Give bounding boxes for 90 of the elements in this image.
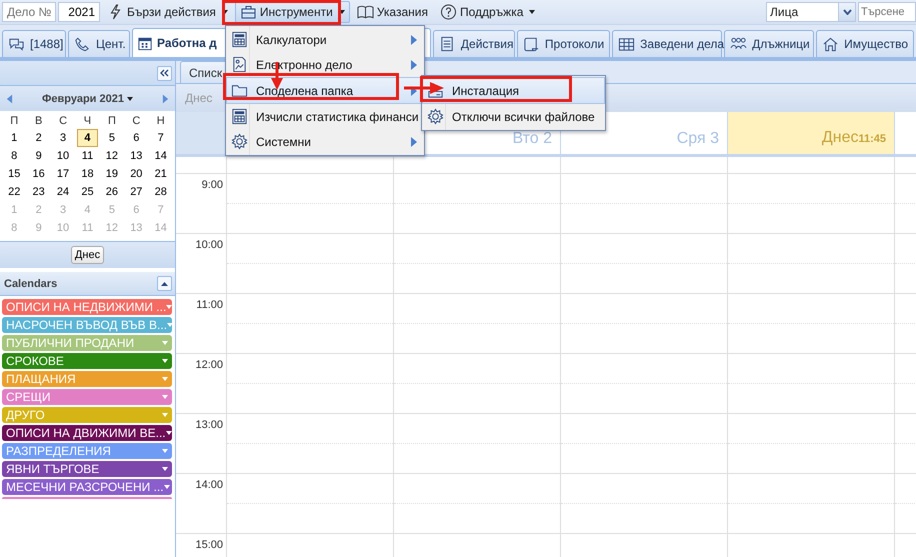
previous-month-icon[interactable]	[6, 92, 13, 104]
calendar-day[interactable]: 22	[4, 183, 24, 201]
type-select[interactable]: Лица	[766, 2, 856, 22]
toolbar-button[interactable]: Бързи действия	[102, 1, 233, 23]
today-button[interactable]: Днес	[70, 246, 104, 264]
calculator-icon	[231, 108, 248, 125]
calendar-day[interactable]: 5	[102, 129, 122, 147]
book-icon	[356, 4, 374, 20]
calendar-day[interactable]: 23	[28, 183, 49, 201]
calendar-day[interactable]: 27	[126, 183, 147, 201]
tab[interactable]: Протоколи	[516, 30, 610, 57]
hour-label: 11:00	[196, 299, 223, 311]
tab[interactable]: Действия	[432, 30, 515, 57]
calendar-day[interactable]: 19	[102, 165, 122, 183]
submenu-arrow-icon	[411, 136, 417, 146]
collapse-left-icon	[160, 69, 169, 77]
calendar-item[interactable]: МЕСЕЧНИ РАЗСРОЧЕНИ ...	[2, 479, 172, 495]
people-icon	[730, 36, 748, 52]
calendar-day[interactable]: 6	[126, 129, 147, 147]
hour-label: 10:00	[195, 239, 223, 251]
calendar-icon	[137, 35, 154, 51]
weekday-label: Н	[156, 114, 166, 129]
calendar-day[interactable]: 28	[150, 183, 171, 201]
help-icon	[440, 4, 457, 20]
hour-label: 9:00	[202, 179, 223, 191]
calendar-day[interactable]: 8	[4, 147, 24, 165]
panel-title: Calendars	[4, 278, 58, 290]
calendar-day[interactable]: 11	[77, 147, 98, 165]
collapse-up-icon	[160, 280, 169, 286]
menu-item[interactable]: Калкулатори	[227, 27, 423, 52]
hour-label: 13:00	[195, 419, 223, 431]
scroll-icon	[522, 36, 540, 52]
annotation-arrow	[404, 82, 444, 94]
settings-icon	[427, 108, 444, 125]
collapse-button[interactable]	[157, 66, 172, 80]
year-field[interactable]: 2021	[58, 2, 100, 22]
calendar-day[interactable]: 1	[4, 129, 24, 147]
calendar-day[interactable]: 15	[4, 165, 24, 183]
calendar-day[interactable]: 3	[52, 129, 74, 147]
calendar-day[interactable]: 2	[28, 129, 49, 147]
hour-label: 14:00	[195, 479, 223, 491]
calendar-item[interactable]: СРОКОВЕ	[2, 353, 172, 369]
document-icon	[231, 56, 248, 73]
chat-icon	[8, 36, 25, 52]
weekday-label: Ч	[82, 114, 92, 129]
table-icon	[618, 36, 636, 52]
search-field[interactable]: Търсене	[858, 2, 916, 22]
calendar-day[interactable]: 16	[28, 165, 49, 183]
hour-label: 12:00	[195, 359, 223, 371]
next-month-icon[interactable]	[162, 92, 169, 104]
tab[interactable]: Имущество	[816, 30, 914, 57]
submenu-arrow-icon	[411, 86, 417, 96]
case-number-field[interactable]: Дело №	[2, 2, 56, 22]
tab[interactable]: Заведени дела	[612, 30, 722, 57]
tab[interactable]: [1488]	[2, 30, 66, 57]
house-icon	[822, 36, 840, 52]
toolbar-button[interactable]: Указания	[352, 1, 433, 23]
toolbox-icon	[240, 4, 257, 20]
weekday-label: С	[58, 114, 68, 129]
weekday-label: В	[34, 114, 44, 129]
weekday-label: П	[106, 114, 117, 129]
collapse-button[interactable]	[157, 276, 172, 291]
calendar-day[interactable]: 12	[102, 147, 122, 165]
calendar-day[interactable]: 13	[126, 147, 147, 165]
weekday-label: С	[131, 114, 142, 129]
toolbar-button[interactable]: Поддръжка	[434, 1, 540, 23]
calendar-item[interactable]: ЯВНИ ТЪРГОВЕ	[2, 461, 172, 477]
tab[interactable]: Длъжници	[724, 30, 814, 57]
calculator-icon	[231, 31, 248, 48]
weekday-label: П	[9, 114, 20, 129]
calendar-day[interactable]: 26	[102, 183, 122, 201]
calendar-day[interactable]: 9	[28, 147, 49, 165]
day-header: Днес11:45	[727, 112, 894, 154]
calendar-day[interactable]: 18	[77, 165, 98, 183]
calendar-day[interactable]: 17	[52, 165, 74, 183]
calendar-day[interactable]: 24	[52, 183, 74, 201]
calendar-day[interactable]: 20	[126, 165, 147, 183]
tab[interactable]: Цент.	[68, 30, 130, 57]
calendar-day[interactable]: 14	[150, 147, 171, 165]
calendar-day[interactable]: 21	[150, 165, 171, 183]
calendar-day[interactable]: 25	[77, 183, 98, 201]
phone-icon	[74, 36, 91, 52]
submenu-arrow-icon	[411, 60, 417, 70]
hour-label: 15:00	[195, 539, 223, 551]
calendar-item[interactable]: ОПИСИ НА ДВИЖИМИ ВЕ...	[2, 425, 172, 441]
settings-icon	[231, 133, 248, 150]
submenu-arrow-icon	[411, 34, 417, 44]
calendar-day[interactable]: 7	[150, 129, 171, 147]
calendar-day[interactable]: 10	[52, 147, 74, 165]
calendar-day[interactable]: 4	[77, 129, 98, 147]
